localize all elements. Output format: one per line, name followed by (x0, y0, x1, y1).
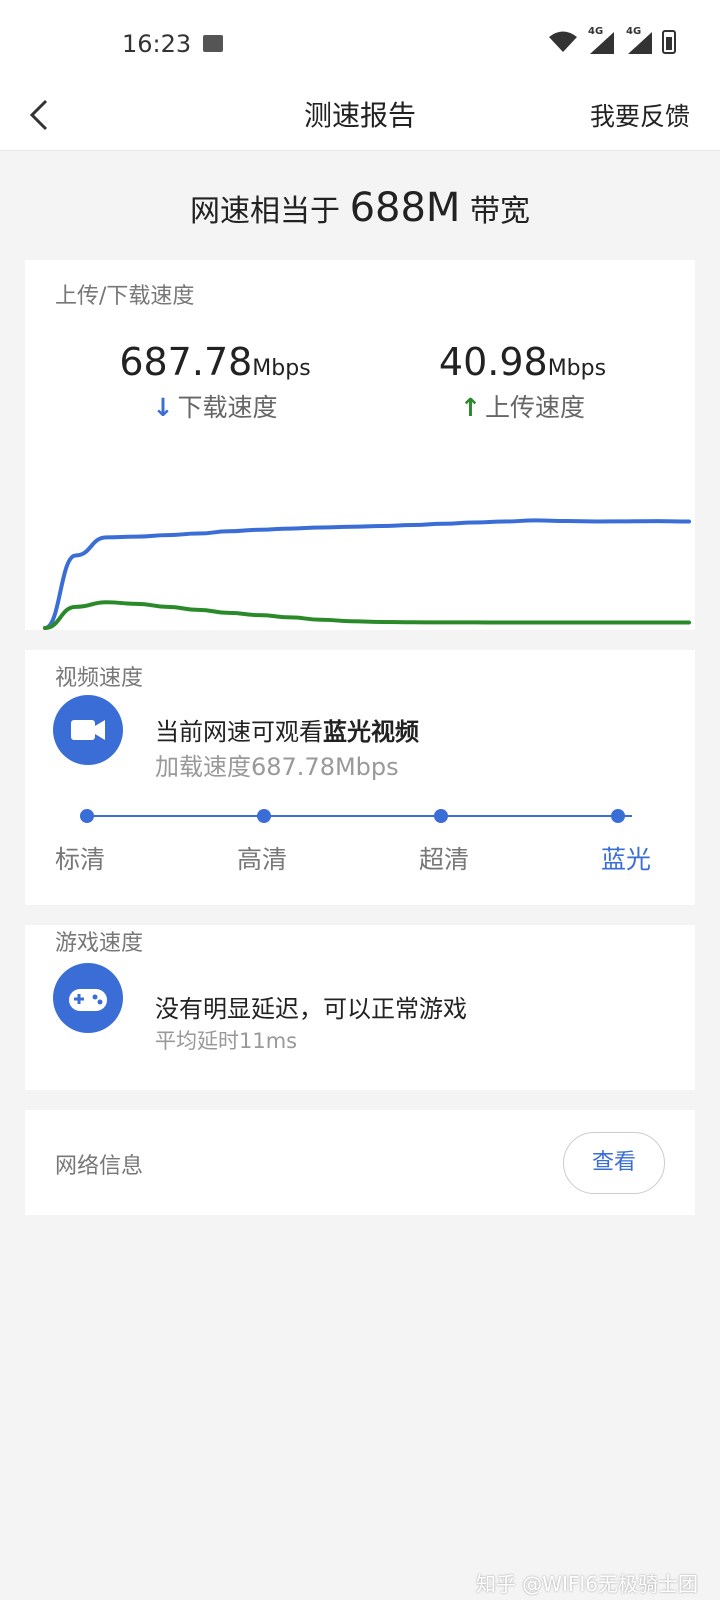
quality-label-fhd: 超清 (419, 845, 470, 874)
signal-4g-icon: 4G (624, 26, 654, 54)
image-icon (203, 35, 223, 52)
speed-card-label: 上传/下载速度 (55, 284, 195, 309)
headline-suffix: 带宽 (469, 194, 530, 229)
game-latency: 平均延时11ms (155, 1029, 298, 1053)
gamepad-icon (53, 963, 123, 1033)
download-metric: 687.78Mbps ↓ 下载速度 (115, 340, 315, 424)
speed-chart (43, 518, 691, 630)
network-tag: 4G (626, 26, 642, 37)
headline-value: 688M (349, 185, 461, 231)
download-unit: Mbps (252, 356, 311, 381)
arrow-down-icon: ↓ (152, 393, 174, 422)
video-card-label: 视频速度 (55, 666, 144, 691)
upload-unit: Mbps (547, 356, 607, 381)
view-button[interactable]: 查看 (563, 1132, 665, 1194)
network-info-card: 网络信息 查看 (25, 1110, 695, 1215)
quality-dot (257, 809, 271, 823)
signal-4g-icon: 4G (586, 26, 616, 54)
wifi-icon (549, 31, 577, 52)
network-tag: 4G (588, 26, 604, 37)
video-card: 视频速度 当前网速可观看蓝光视频 加载速度687.78Mbps 标清 高清 超清… (25, 650, 695, 905)
upload-label: 上传速度 (484, 393, 585, 422)
status-bar: 16:23 4G 4G (0, 0, 720, 80)
status-icons: 4G 4G (548, 26, 676, 54)
video-main-text: 当前网速可观看蓝光视频 (155, 712, 419, 747)
quality-dot (434, 809, 448, 823)
upload-value: 40.98 (438, 340, 548, 384)
status-time: 16:23 (122, 30, 192, 58)
game-card-label: 游戏速度 (55, 931, 144, 956)
upload-series-line (43, 600, 691, 630)
arrow-up-icon: ↑ (460, 393, 481, 422)
bandwidth-headline: 网速相当于 688M 带宽 (0, 185, 720, 231)
quality-label-hd: 高清 (237, 845, 288, 874)
game-status-text: 没有明显延迟，可以正常游戏 (155, 995, 467, 1023)
speed-card: 上传/下载速度 687.78Mbps ↓ 下载速度 40.98Mbps ↑ 上传速度 (25, 260, 695, 630)
upload-metric: 40.98Mbps ↑ 上传速度 (435, 340, 610, 424)
download-value: 687.78 (119, 340, 253, 384)
game-card: 游戏速度 没有明显延迟，可以正常游戏 平均延时11ms (25, 925, 695, 1090)
video-main-prefix: 当前网速可观看 (155, 718, 323, 746)
download-label: 下载速度 (177, 393, 278, 422)
quality-dot (611, 809, 625, 823)
headline-prefix: 网速相当于 (190, 194, 341, 229)
video-main-quality: 蓝光视频 (323, 718, 419, 746)
quality-label-sd: 标清 (55, 845, 106, 874)
download-series-line (43, 518, 691, 630)
quality-label-bluray: 蓝光 (601, 845, 652, 874)
quality-track (87, 815, 632, 817)
video-load-speed: 加载速度687.78Mbps (155, 753, 399, 781)
quality-dot (80, 809, 94, 823)
network-info-label: 网络信息 (55, 1154, 144, 1179)
video-camera-icon (53, 695, 123, 765)
battery-icon (662, 30, 676, 54)
feedback-button[interactable]: 我要反馈 (590, 97, 690, 133)
watermark: 知乎 @WIFI6无极骑士团 (475, 1572, 698, 1596)
nav-bar: 测速报告 我要反馈 (0, 80, 720, 151)
